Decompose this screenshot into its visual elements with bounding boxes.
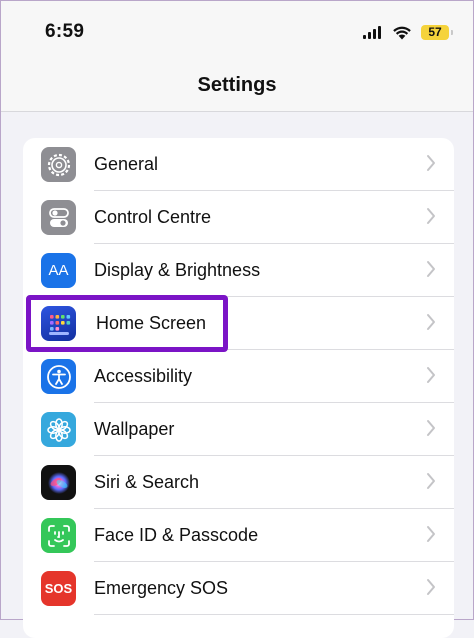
navigation-bar: Settings: [1, 63, 473, 112]
settings-item-label: General: [94, 154, 159, 174]
settings-item-display-brightness[interactable]: AA Display & Brightness: [23, 244, 454, 297]
settings-item-label: Emergency SOS: [94, 578, 229, 598]
wifi-icon: [393, 26, 411, 40]
flower-icon: [41, 412, 76, 447]
settings-item-label: Face ID & Passcode: [94, 525, 259, 545]
accessibility-icon: [41, 359, 76, 394]
chevron-right-icon: [427, 261, 435, 277]
chevron-right-icon: [427, 526, 435, 542]
row-divider: [94, 614, 454, 615]
settings-item-general[interactable]: General: [23, 138, 454, 191]
chevron-right-icon: [427, 314, 435, 330]
face-id-icon: [41, 518, 76, 553]
settings-item-siri-search[interactable]: Siri & Search: [23, 456, 454, 509]
sos-icon: SOS: [41, 571, 76, 606]
chevron-right-icon: [427, 579, 435, 595]
settings-item-label: Control Centre: [94, 207, 212, 227]
cellular-signal-icon: [363, 25, 383, 39]
app-grid-icon: [41, 306, 76, 341]
settings-item-label: Siri & Search: [94, 472, 200, 492]
status-time: 6:59: [45, 21, 85, 42]
chevron-right-icon: [427, 208, 435, 224]
page-title: Settings: [197, 74, 277, 96]
settings-item-label: Wallpaper: [94, 419, 175, 439]
chevron-right-icon: [427, 155, 435, 171]
settings-item-accessibility[interactable]: Accessibility: [23, 350, 454, 403]
toggles-icon: [41, 200, 76, 235]
chevron-right-icon: [427, 473, 435, 489]
settings-item-label: Home Screen: [96, 313, 207, 333]
chevron-right-icon: [427, 420, 435, 436]
settings-item-emergency-sos[interactable]: SOS Emergency SOS: [23, 562, 454, 615]
battery-indicator: 57: [421, 24, 453, 40]
status-icons: 57: [363, 23, 453, 41]
text-size-icon: AA: [41, 253, 76, 288]
settings-item-wallpaper[interactable]: Wallpaper: [23, 403, 454, 456]
settings-item-face-id-passcode[interactable]: Face ID & Passcode: [23, 509, 454, 562]
settings-item-label: Display & Brightness: [94, 260, 261, 280]
settings-item-control-centre[interactable]: Control Centre: [23, 191, 454, 244]
chevron-right-icon: [427, 367, 435, 383]
settings-item-home-screen[interactable]: Home Screen: [23, 297, 454, 350]
gear-icon: [41, 147, 76, 182]
status-bar: 6:59 57: [1, 1, 473, 63]
siri-icon: [41, 465, 76, 500]
settings-list: General Control Centre AA Display & Brig…: [23, 138, 454, 638]
settings-item-label: Accessibility: [94, 366, 193, 386]
